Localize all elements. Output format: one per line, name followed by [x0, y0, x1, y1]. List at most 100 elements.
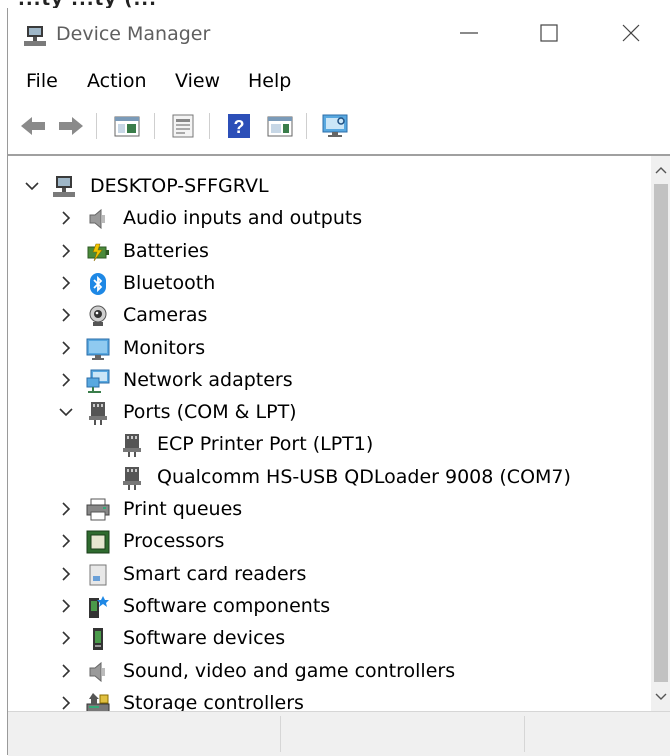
chevron-right-icon[interactable]	[58, 694, 74, 711]
tree-item-label: Audio inputs and outputs	[123, 207, 363, 230]
partial-title-text: ...ty ...ty (...	[18, 0, 157, 8]
forward-icon	[59, 117, 83, 135]
tree-item-sound-video-and-game-controllers[interactable]: Sound, video and game controllers	[8, 655, 648, 687]
bluetooth-icon	[90, 272, 106, 295]
chevron-right-icon[interactable]	[58, 500, 74, 518]
status-segment	[8, 716, 281, 752]
tree-item-network-adapters[interactable]: Network adapters	[8, 364, 648, 396]
tree-item-software-devices[interactable]: Software devices	[8, 622, 648, 654]
action-pane-icon	[267, 116, 293, 137]
software-component-icon	[89, 595, 109, 618]
tree-item-batteries[interactable]: Batteries	[8, 235, 648, 267]
tree-item-label: DESKTOP-SFFGRVL	[90, 175, 269, 197]
tree-item-label: ECP Printer Port (LPT1)	[157, 433, 374, 456]
scroll-down-button[interactable]	[651, 687, 670, 707]
battery-icon	[87, 243, 109, 261]
processor-icon	[86, 530, 110, 554]
toolbar-separator	[154, 113, 155, 139]
status-segment	[280, 716, 525, 752]
tree-item-audio-inputs-and-outputs[interactable]: Audio inputs and outputs	[8, 202, 648, 234]
chevron-right-icon[interactable]	[58, 274, 74, 292]
device-manager-window: Device Manager File Action View Help ? D…	[7, 8, 670, 756]
tree-item-label: Smart card readers	[123, 562, 307, 585]
tree-item-monitors[interactable]: Monitors	[8, 332, 648, 364]
tree-item-storage-controllers[interactable]: Storage controllers	[8, 687, 648, 711]
properties-button[interactable]	[168, 111, 198, 141]
tree-item-processors[interactable]: Processors	[8, 525, 648, 557]
port-icon	[123, 466, 141, 490]
storage-icon	[86, 692, 110, 711]
tree-item-root-computer[interactable]: DESKTOP-SFFGRVL	[8, 170, 648, 202]
device-tree-panel: DESKTOP-SFFGRVL Audio inputs and outputs B…	[8, 154, 670, 711]
chevron-down-icon[interactable]	[58, 403, 74, 421]
chevron-right-icon[interactable]	[58, 565, 74, 583]
scan-hardware-button[interactable]	[320, 111, 350, 141]
menu-file[interactable]: File	[26, 70, 58, 92]
window-title: Device Manager	[56, 23, 211, 45]
tree-item-label: Monitors	[123, 336, 206, 359]
help-icon: ?	[228, 114, 250, 138]
software-device-icon	[93, 628, 103, 651]
toolbar: ?	[8, 103, 670, 147]
chevron-right-icon[interactable]	[58, 532, 74, 550]
port-icon	[89, 402, 107, 426]
chevron-up-icon	[655, 167, 667, 174]
chevron-right-icon[interactable]	[58, 242, 74, 260]
chevron-right-icon[interactable]	[58, 306, 74, 324]
title-bar: Device Manager	[8, 8, 670, 63]
smart-card-icon	[89, 564, 107, 586]
close-button[interactable]	[608, 8, 654, 58]
tree-item-label: Cameras	[123, 304, 208, 327]
tree-item-label: Ports (COM & LPT)	[123, 401, 297, 424]
monitor-scan-icon	[322, 114, 348, 137]
maximize-icon	[540, 24, 558, 42]
tree-item-smart-card-readers[interactable]: Smart card readers	[8, 558, 648, 590]
show-hide-console-tree-button[interactable]	[112, 111, 142, 141]
chevron-right-icon[interactable]	[58, 371, 74, 389]
chevron-right-icon[interactable]	[58, 597, 74, 615]
scrollbar-thumb[interactable]	[654, 184, 668, 682]
speaker-icon	[89, 661, 105, 682]
monitor-icon	[86, 338, 110, 360]
menu-action[interactable]: Action	[87, 70, 147, 92]
chevron-down-icon[interactable]	[24, 177, 40, 195]
properties-icon	[172, 114, 194, 138]
tree-item-bluetooth[interactable]: Bluetooth	[8, 267, 648, 299]
menu-view[interactable]: View	[175, 70, 220, 92]
back-button[interactable]	[18, 111, 48, 141]
forward-button[interactable]	[56, 111, 86, 141]
port-icon	[123, 434, 141, 458]
chevron-right-icon[interactable]	[58, 662, 74, 680]
tree-item-label: Software components	[123, 594, 331, 617]
chevron-right-icon[interactable]	[58, 209, 74, 227]
tree-item-label: Processors	[123, 530, 225, 553]
scroll-up-button[interactable]	[651, 160, 670, 180]
chevron-down-icon	[655, 693, 667, 700]
tree-item-software-components[interactable]: Software components	[8, 590, 648, 622]
vertical-scrollbar[interactable]	[651, 156, 670, 711]
device-manager-icon	[24, 26, 46, 46]
help-button[interactable]: ?	[224, 111, 254, 141]
menu-help[interactable]: Help	[248, 70, 291, 92]
tree-item-qualcomm-hs-usb-qdloader-9008-com7[interactable]: Qualcomm HS-USB QDLoader 9008 (COM7)	[8, 461, 648, 493]
tree-item-label: Bluetooth	[123, 271, 216, 294]
tree-item-label: Sound, video and game controllers	[123, 659, 456, 682]
tree-item-label: Qualcomm HS-USB QDLoader 9008 (COM7)	[157, 465, 571, 488]
maximize-button[interactable]	[526, 8, 572, 58]
minimize-button[interactable]	[446, 8, 492, 58]
tree-item-label: Network adapters	[123, 368, 293, 391]
chevron-right-icon[interactable]	[58, 629, 74, 647]
tree-item-ecp-printer-port-lpt1[interactable]: ECP Printer Port (LPT1)	[8, 428, 648, 460]
chevron-right-icon[interactable]	[58, 339, 74, 357]
toolbar-separator	[96, 113, 97, 139]
action-pane-button[interactable]	[265, 111, 295, 141]
tree-item-print-queues[interactable]: Print queues	[8, 493, 648, 525]
close-icon	[622, 24, 640, 42]
minimize-icon	[460, 32, 478, 34]
computer-icon	[53, 176, 75, 197]
printer-icon	[86, 498, 110, 521]
tree-item-cameras[interactable]: Cameras	[8, 299, 648, 331]
toolbar-separator	[306, 113, 307, 139]
tree-item-label: Software devices	[123, 627, 286, 650]
tree-item-ports-com-lpt[interactable]: Ports (COM & LPT)	[8, 396, 648, 428]
